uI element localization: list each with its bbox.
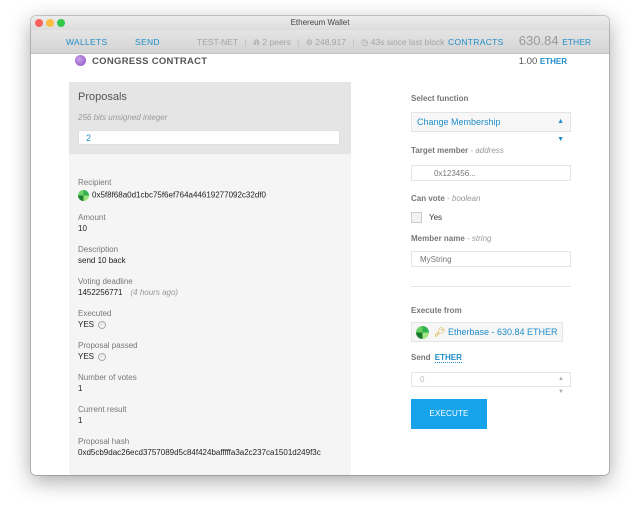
contract-title: CONGRESS CONTRACT [92, 56, 208, 67]
peers-icon: ⋒ [252, 37, 261, 47]
select-function-label: Select function [411, 94, 469, 103]
zoom-window-button[interactable] [57, 19, 65, 27]
block-number: 248,917 [315, 37, 346, 47]
proposals-panel: Proposals 256 bits unsigned integer Reci… [69, 82, 351, 475]
proposals-subtitle: 256 bits unsigned integer [78, 113, 168, 122]
deadline-relative: (4 hours ago) [130, 288, 179, 297]
hash-label: Proposal hash [78, 437, 130, 446]
wallet-balance-unit[interactable]: ETHER [562, 37, 591, 47]
passed-value: YES ✓ [78, 352, 107, 361]
member-name-label: Member name - string [411, 234, 491, 243]
description-value: send 10 back [78, 256, 126, 265]
send-label: Send ETHER [411, 353, 462, 363]
execute-button[interactable]: EXECUTE [411, 399, 487, 429]
close-window-button[interactable] [35, 19, 43, 27]
passed-text: YES [78, 352, 95, 361]
send-label-text: Send [411, 353, 431, 362]
status-divider: | [352, 37, 355, 47]
account-identicon-icon [416, 326, 429, 339]
executed-label: Executed [78, 309, 112, 318]
can-vote-checkbox[interactable] [411, 212, 422, 223]
peers-count: 2 peers [262, 37, 291, 47]
result-value: 1 [78, 416, 83, 425]
member-name-label-text: Member name [411, 234, 465, 243]
description-label: Description [78, 245, 119, 254]
hash-value: 0xd5cb9dac26ecd3757089d5c84f424bafffffa3… [78, 448, 321, 457]
target-member-input[interactable] [411, 165, 571, 181]
execute-from-label: Execute from [411, 306, 462, 315]
execute-from-account: Etherbase - 630.84 ETHER [448, 327, 558, 337]
top-navigation: WALLETS SEND TEST-NET | ⋒ 2 peers | ⊚ 24… [31, 30, 609, 54]
last-block-time: 43s since last block [370, 37, 445, 47]
can-vote-label-text: Can vote [411, 194, 445, 203]
member-name-input[interactable] [411, 251, 571, 267]
contract-identicon-icon [75, 55, 86, 66]
clock-icon: ◷ [360, 37, 369, 47]
contract-balance-unit[interactable]: ETHER [540, 57, 567, 66]
can-vote-label: Can vote - boolean [411, 194, 480, 203]
amount-label: Amount [78, 213, 106, 222]
votes-label: Number of votes [78, 373, 137, 382]
function-select[interactable]: Change Membership ▲ ▼ [411, 112, 571, 143]
can-vote-option-label[interactable]: Yes [429, 213, 442, 222]
deadline-value: 1452256771 (4 hours ago) [78, 288, 178, 297]
recipient-value: 0x5f8f68a0d1cbc75f6ef764a44619277092c32d… [78, 190, 266, 201]
proposals-title: Proposals [78, 91, 127, 103]
amount-value: 10 [78, 224, 87, 233]
target-member-label: Target member - address [411, 146, 504, 155]
key-icon: 🔑︎ [434, 327, 446, 337]
window-title: Ethereum Wallet [290, 18, 350, 27]
address-identicon-icon [78, 190, 89, 201]
nav-send-link[interactable]: SEND [135, 37, 160, 47]
target-member-type: - address [470, 146, 504, 155]
app-window: Ethereum Wallet WALLETS SEND TEST-NET | … [31, 16, 609, 475]
can-vote-type: - boolean [447, 194, 481, 203]
section-divider [411, 286, 571, 287]
execute-from-select[interactable]: 🔑︎ Etherbase - 630.84 ETHER [411, 322, 563, 342]
contract-balance: 1.00 ETHER [519, 56, 567, 67]
target-member-label-text: Target member [411, 146, 469, 155]
check-icon: ✓ [98, 320, 107, 329]
select-arrows-icon: ▲ ▼ [557, 118, 564, 143]
contract-balance-value: 1.00 [518, 56, 538, 67]
send-amount-input[interactable]: 0 ▲ ▼ [411, 372, 571, 395]
executed-value: YES ✓ [78, 320, 107, 329]
function-select-value: Change Membership [417, 117, 501, 127]
member-name-type: - string [467, 234, 492, 243]
check-icon: ✓ [98, 352, 107, 361]
stepper-arrows-icon[interactable]: ▲ ▼ [558, 373, 564, 399]
votes-value: 1 [78, 384, 83, 393]
send-amount-value: 0 [420, 375, 425, 384]
wallet-balance-value: 630.84 [518, 33, 559, 48]
nav-wallets-link[interactable]: WALLETS [66, 37, 107, 47]
network-status: TEST-NET | ⋒ 2 peers | ⊚ 248,917 | ◷ 43s… [197, 37, 444, 48]
title-bar: Ethereum Wallet [31, 16, 609, 30]
status-divider: | [244, 37, 247, 47]
result-label: Current result [78, 405, 127, 414]
deadline-label: Voting deadline [78, 277, 133, 286]
recipient-label: Recipient [78, 178, 112, 187]
nav-contracts-link[interactable]: CONTRACTS [448, 37, 504, 47]
network-name: TEST-NET [197, 37, 238, 47]
passed-label: Proposal passed [78, 341, 138, 350]
deadline-timestamp: 1452256771 [78, 288, 123, 297]
recipient-address[interactable]: 0x5f8f68a0d1cbc75f6ef764a44619277092c32d… [92, 191, 266, 200]
proposal-index-input[interactable] [78, 130, 340, 145]
proposals-query: Proposals 256 bits unsigned integer [69, 82, 351, 154]
minimize-window-button[interactable] [46, 19, 54, 27]
executed-text: YES [78, 320, 95, 329]
send-unit-toggle[interactable]: ETHER [434, 353, 462, 363]
contract-header: CONGRESS CONTRACT 1.00 ETHER [31, 54, 609, 78]
wallet-balance: 630.84 ETHER [519, 33, 591, 48]
block-icon: ⊚ [305, 37, 313, 47]
status-divider: | [297, 37, 300, 47]
